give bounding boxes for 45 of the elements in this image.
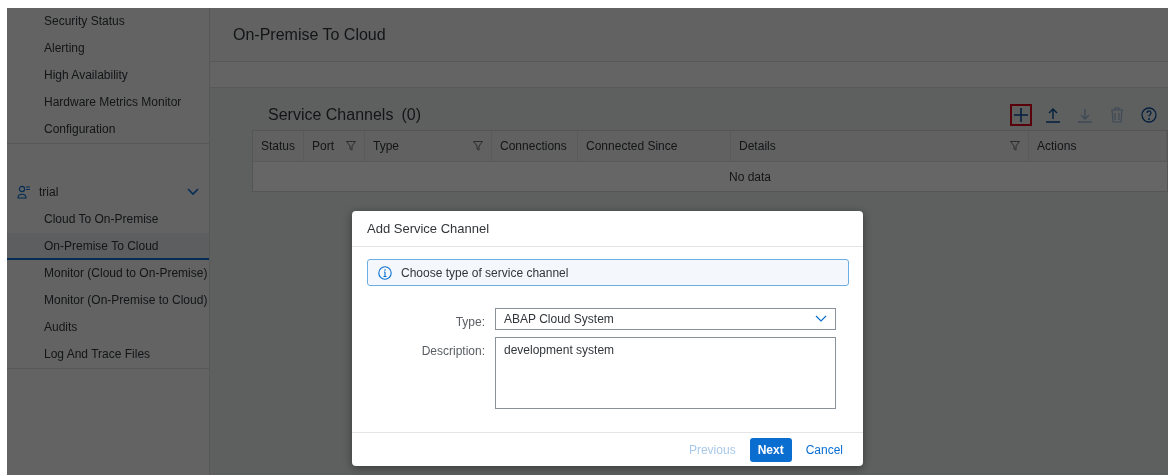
add-button[interactable] xyxy=(1010,104,1032,126)
type-dropdown[interactable]: ABAP Cloud System xyxy=(495,308,836,330)
description-field[interactable]: development system xyxy=(495,337,836,409)
sidebar-item[interactable]: Audits xyxy=(7,314,209,341)
item-count: (0) xyxy=(401,105,421,125)
column-header: Details xyxy=(739,138,776,155)
filter-icon xyxy=(473,141,484,151)
column-header: Port xyxy=(312,138,335,155)
sidebar-item[interactable]: High Availability xyxy=(7,62,209,89)
add-icon xyxy=(1013,107,1029,123)
info-icon xyxy=(378,265,392,280)
group-label: trial xyxy=(39,184,60,201)
column-header: Connected Since xyxy=(586,138,678,155)
help-icon xyxy=(1141,107,1157,123)
column-header: Type xyxy=(373,138,400,155)
primary-button[interactable]: Next xyxy=(749,437,792,462)
help-button[interactable] xyxy=(1138,104,1160,126)
filter-icon xyxy=(346,141,357,151)
sidebar-item[interactable]: Configuration xyxy=(7,116,209,143)
sidebar-item[interactable]: Monitor (On-Premise to Cloud) xyxy=(7,287,209,314)
download-icon xyxy=(1077,107,1093,123)
chevron-icon xyxy=(815,315,827,323)
filter-icon xyxy=(1010,141,1021,151)
column-header: Connections xyxy=(500,138,567,155)
field-label: Description: xyxy=(420,343,485,360)
upload-icon xyxy=(1045,107,1061,123)
chevron-icon[interactable] xyxy=(187,188,199,196)
table-title: Service Channels xyxy=(268,105,394,125)
sidebar-item[interactable]: Hardware Metrics Monitor xyxy=(7,89,209,116)
sidebar-item[interactable]: Log And Trace Files xyxy=(7,341,209,368)
info-text: Choose type of service channel xyxy=(401,264,569,282)
column-header: Actions xyxy=(1037,138,1077,155)
empty-message: No data xyxy=(729,168,771,186)
text-button[interactable]: Cancel xyxy=(797,437,851,462)
sidebar-item[interactable]: On-Premise To Cloud xyxy=(7,233,209,260)
sidebar-item[interactable]: Security Status xyxy=(7,8,209,35)
dialog-title: Add Service Channel xyxy=(367,219,490,238)
sidebar-item[interactable]: Cloud To On-Premise xyxy=(7,206,209,233)
column-header: Status xyxy=(261,138,296,155)
sidebar-item[interactable]: Monitor (Cloud to On-Premise) xyxy=(7,260,209,287)
page-title: On-Premise To Cloud xyxy=(233,24,386,45)
trash-icon xyxy=(1109,107,1125,123)
field-label: Type: xyxy=(454,314,485,331)
user-group-icon xyxy=(17,185,31,199)
sidebar-item[interactable]: Alerting xyxy=(7,35,209,62)
